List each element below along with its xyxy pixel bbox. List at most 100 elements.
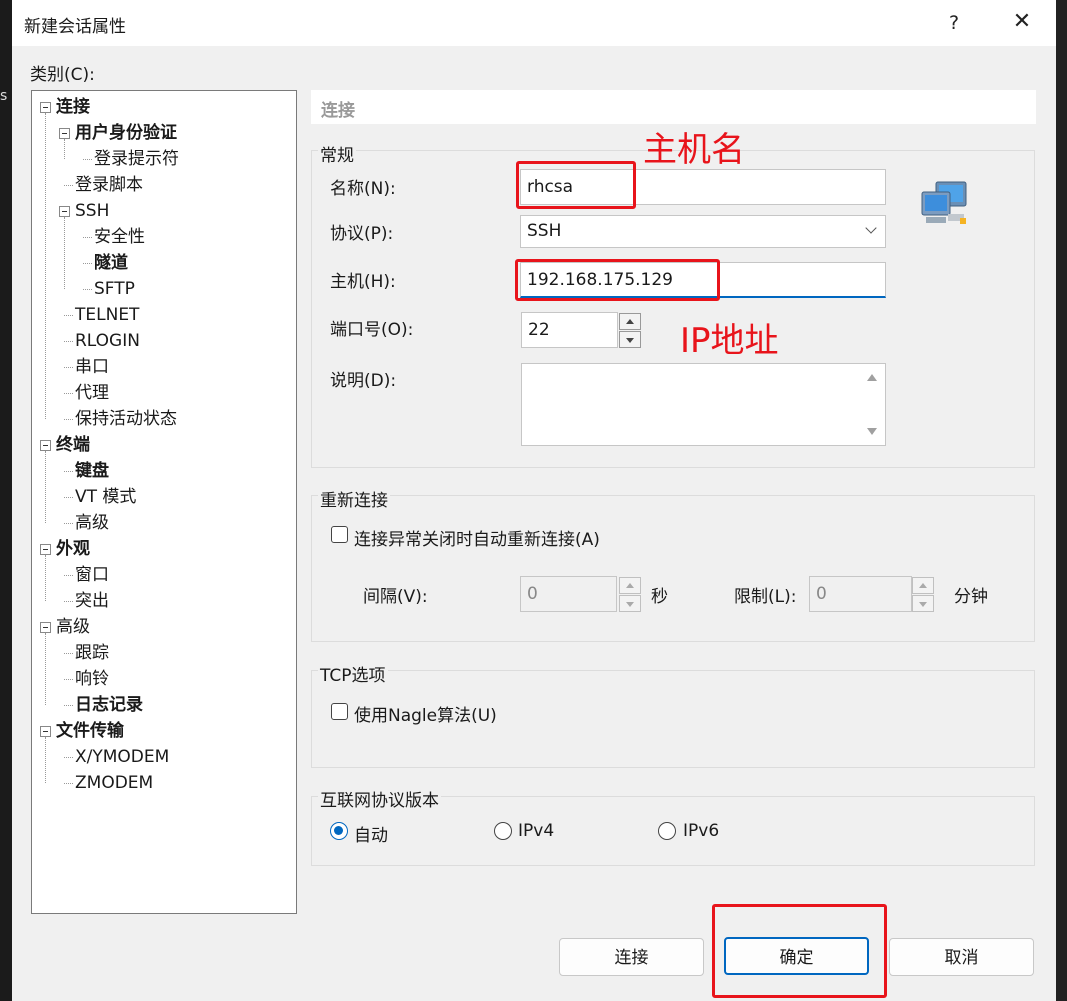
tree-guide-line: [45, 737, 46, 783]
protocol-select[interactable]: SSH: [520, 215, 886, 248]
tree-item[interactable]: 终端: [56, 432, 90, 458]
interval-spin-down[interactable]: [619, 595, 641, 612]
tree-item[interactable]: TELNET: [75, 302, 139, 328]
tree-item[interactable]: 代理: [75, 380, 109, 406]
limit-spin-down[interactable]: [912, 595, 934, 612]
port-input[interactable]: 22: [521, 312, 618, 348]
scroll-up-icon: [867, 374, 877, 381]
tree-item[interactable]: ZMODEM: [75, 770, 153, 796]
tree-item[interactable]: 登录提示符: [94, 146, 179, 172]
radio-auto[interactable]: [330, 822, 348, 840]
tree-item[interactable]: 窗口: [75, 562, 109, 588]
tree-item[interactable]: 外观: [56, 536, 90, 562]
tree-connector: [64, 497, 73, 498]
tree-item[interactable]: 跟踪: [75, 640, 109, 666]
category-tree[interactable]: 连接 用户身份验证 登录提示符 登录脚本 SSH 安全性 隧道 SFTP TELNET RLOGI…: [31, 90, 297, 914]
tree-connector: [64, 393, 73, 394]
close-button[interactable]: ✕: [1008, 6, 1036, 38]
tree-connector: [64, 601, 73, 602]
tree-connector: [64, 523, 73, 524]
cancel-button[interactable]: 取消: [889, 938, 1034, 976]
nagle-label: 使用Nagle算法(U): [354, 706, 497, 726]
interval-unit: 秒: [651, 587, 668, 607]
collapse-icon[interactable]: [40, 440, 51, 451]
tree-connector: [64, 757, 73, 758]
host-label: 主机(H):: [330, 272, 396, 292]
ip-version-group-label: 互联网协议版本: [318, 786, 441, 811]
title-bar: 新建会话属性 ? ✕: [12, 0, 1056, 46]
tree-item[interactable]: SSH: [75, 198, 109, 224]
nagle-checkbox[interactable]: [331, 703, 348, 720]
limit-spin-up[interactable]: [912, 577, 934, 594]
tree-guide-line: [45, 451, 46, 523]
interval-label: 间隔(V):: [363, 587, 428, 607]
tree-item[interactable]: RLOGIN: [75, 328, 140, 354]
collapse-icon[interactable]: [40, 726, 51, 737]
tree-guide-line: [45, 113, 46, 419]
hostname-highlight-box: [516, 161, 636, 209]
tree-connector: [64, 575, 73, 576]
tree-connector: [83, 289, 92, 290]
description-label: 说明(D):: [330, 371, 397, 391]
tree-connector: [64, 653, 73, 654]
tree-item[interactable]: 隧道: [94, 250, 128, 276]
session-properties-dialog: 新建会话属性 ? ✕ 类别(C): 连接 用户身份验证 登录提示符 登录脚本 SSH 安全…: [12, 0, 1056, 1001]
close-icon: ✕: [1012, 9, 1032, 34]
tree-connector: [64, 367, 73, 368]
description-scrollbar[interactable]: [861, 364, 883, 444]
port-label: 端口号(O):: [330, 320, 414, 340]
collapse-icon[interactable]: [40, 544, 51, 555]
port-spin-up[interactable]: [619, 313, 641, 330]
tree-connector: [83, 237, 92, 238]
tree-item[interactable]: 突出: [75, 588, 109, 614]
dialog-title: 新建会话属性: [24, 17, 126, 37]
section-title: 连接: [321, 101, 355, 121]
tree-guide-line: [45, 633, 46, 705]
chevron-down-icon: [865, 222, 877, 234]
tree-item[interactable]: 高级: [56, 614, 90, 640]
collapse-icon[interactable]: [40, 102, 51, 113]
interval-input[interactable]: 0: [520, 576, 617, 612]
help-button[interactable]: ?: [942, 8, 966, 38]
port-spin-down[interactable]: [619, 331, 641, 348]
tree-item[interactable]: 日志记录: [75, 692, 143, 718]
collapse-icon[interactable]: [59, 128, 70, 139]
radio-auto-label: 自动: [354, 826, 388, 846]
tree-connector: [64, 679, 73, 680]
radio-ipv4[interactable]: [494, 822, 512, 840]
collapse-icon[interactable]: [40, 622, 51, 633]
tree-item[interactable]: 用户身份验证: [75, 120, 177, 146]
category-label: 类别(C):: [30, 65, 95, 85]
auto-reconnect-label: 连接异常关闭时自动重新连接(A): [354, 530, 600, 550]
radio-ipv6[interactable]: [658, 822, 676, 840]
tree-item[interactable]: 保持活动状态: [75, 406, 177, 432]
tree-item[interactable]: SFTP: [94, 276, 135, 302]
tree-connector: [64, 471, 73, 472]
tree-item[interactable]: VT 模式: [75, 484, 136, 510]
tree-item[interactable]: 串口: [75, 354, 109, 380]
tree-item[interactable]: 响铃: [75, 666, 109, 692]
tree-item[interactable]: 登录脚本: [75, 172, 143, 198]
collapse-icon[interactable]: [59, 206, 70, 217]
tree-item[interactable]: 安全性: [94, 224, 145, 250]
tree-item[interactable]: 键盘: [75, 458, 109, 484]
limit-label: 限制(L):: [734, 587, 797, 607]
tree-guide-line: [64, 139, 65, 159]
tree-connector: [64, 783, 73, 784]
tree-item[interactable]: 文件传输: [56, 718, 124, 744]
tree-item[interactable]: 高级: [75, 510, 109, 536]
connect-button[interactable]: 连接: [559, 938, 704, 976]
interval-spin-up[interactable]: [619, 577, 641, 594]
ok-highlight-box: [712, 904, 887, 998]
tcp-group-label: TCP选项: [318, 661, 388, 686]
auto-reconnect-checkbox[interactable]: [331, 526, 348, 543]
protocol-value: SSH: [527, 221, 562, 241]
section-header: 连接: [311, 90, 1036, 124]
hostname-annotation: 主机名: [643, 130, 745, 170]
tree-item[interactable]: X/YMODEM: [75, 744, 169, 770]
description-textarea[interactable]: [521, 363, 886, 446]
limit-input[interactable]: 0: [809, 576, 912, 612]
tree-connector: [83, 263, 92, 264]
background-window-strip: s: [0, 0, 12, 1001]
tree-item[interactable]: 连接: [56, 94, 90, 120]
